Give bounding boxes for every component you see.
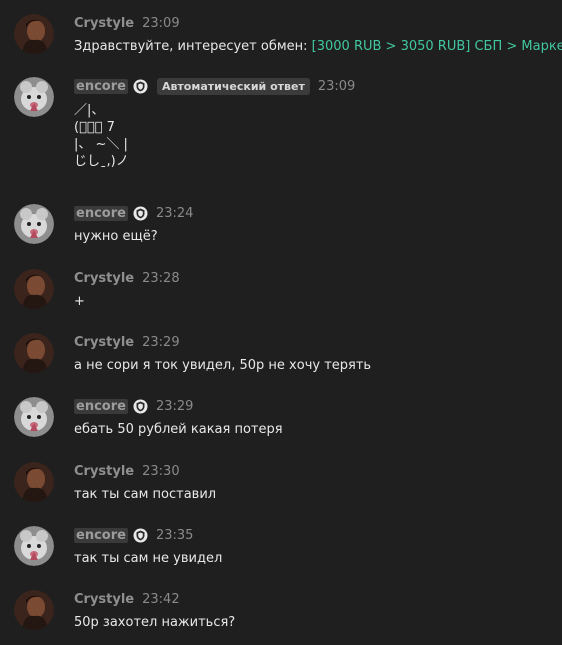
message-timestamp: 23:24 xyxy=(155,205,194,221)
avatar-crystyle[interactable] xyxy=(14,14,54,54)
message-text: Здравствуйте, интересует обмен: [3000 RU… xyxy=(74,38,562,56)
message-timestamp: 23:09 xyxy=(317,78,356,94)
message-timestamp: 23:28 xyxy=(142,270,180,286)
message-timestamp: 23:42 xyxy=(142,591,180,607)
ascii-art-line: |、 ~＼ | xyxy=(74,137,128,152)
message-author[interactable]: Crystyle xyxy=(74,16,134,31)
message-timestamp: 23:29 xyxy=(155,398,194,414)
shield-check-icon xyxy=(133,399,148,414)
exchange-link[interactable]: [3000 RUB > 3050 RUB] СБП > Маркет xyxy=(312,39,562,54)
message-text: нужно ещё? xyxy=(74,229,158,244)
avatar-encore[interactable] xyxy=(14,77,54,117)
avatar-encore[interactable] xyxy=(14,526,54,566)
message-author[interactable]: Crystyle xyxy=(74,271,134,286)
message-text: ебать 50 рублей какая потеря xyxy=(74,422,283,437)
message-author[interactable]: Crystyle xyxy=(74,464,134,479)
message-text: 50р захотел нажиться? xyxy=(74,615,236,630)
message-text: так ты сам поставил xyxy=(74,487,217,502)
avatar-crystyle[interactable] xyxy=(14,590,54,630)
message-text-content: Здравствуйте, интересует обмен: xyxy=(74,39,312,54)
message-author[interactable]: Crystyle xyxy=(74,592,134,607)
ascii-art-line: (ﾟ､｡ 7 xyxy=(74,120,115,135)
shield-check-icon xyxy=(133,79,148,94)
message-timestamp: 23:35 xyxy=(155,527,194,543)
message-text: ／|、 (ﾟ､｡ 7 |、 ~＼ | じしˍ,)ノ xyxy=(74,102,129,170)
message-text: так ты сам не увидел xyxy=(74,551,223,566)
message-author[interactable]: encore xyxy=(74,398,128,414)
ascii-art-line: じしˍ,)ノ xyxy=(74,154,129,169)
shield-check-icon xyxy=(133,528,148,543)
avatar-encore[interactable] xyxy=(14,397,54,437)
message-text: а не сори я ток увидел, 50р не хочу теря… xyxy=(74,358,372,373)
chat-message-list: Crystyle 23:09 Здравствуйте, интересует … xyxy=(0,0,562,645)
avatar-crystyle[interactable] xyxy=(14,333,54,373)
message-author[interactable]: encore xyxy=(74,78,128,94)
avatar-encore[interactable] xyxy=(14,204,54,244)
avatar-crystyle[interactable] xyxy=(14,462,54,502)
message-author[interactable]: encore xyxy=(74,527,128,543)
message-author[interactable]: encore xyxy=(74,205,128,221)
message-author[interactable]: Crystyle xyxy=(74,335,134,350)
avatar-crystyle[interactable] xyxy=(14,269,54,309)
auto-reply-badge: Автоматический ответ xyxy=(156,77,310,95)
message-timestamp: 23:29 xyxy=(142,334,180,350)
message-text: + xyxy=(74,294,85,309)
ascii-art-line: ／|、 xyxy=(74,103,105,118)
shield-check-icon xyxy=(133,206,148,221)
message-timestamp: 23:09 xyxy=(142,15,180,31)
message-timestamp: 23:30 xyxy=(142,463,180,479)
